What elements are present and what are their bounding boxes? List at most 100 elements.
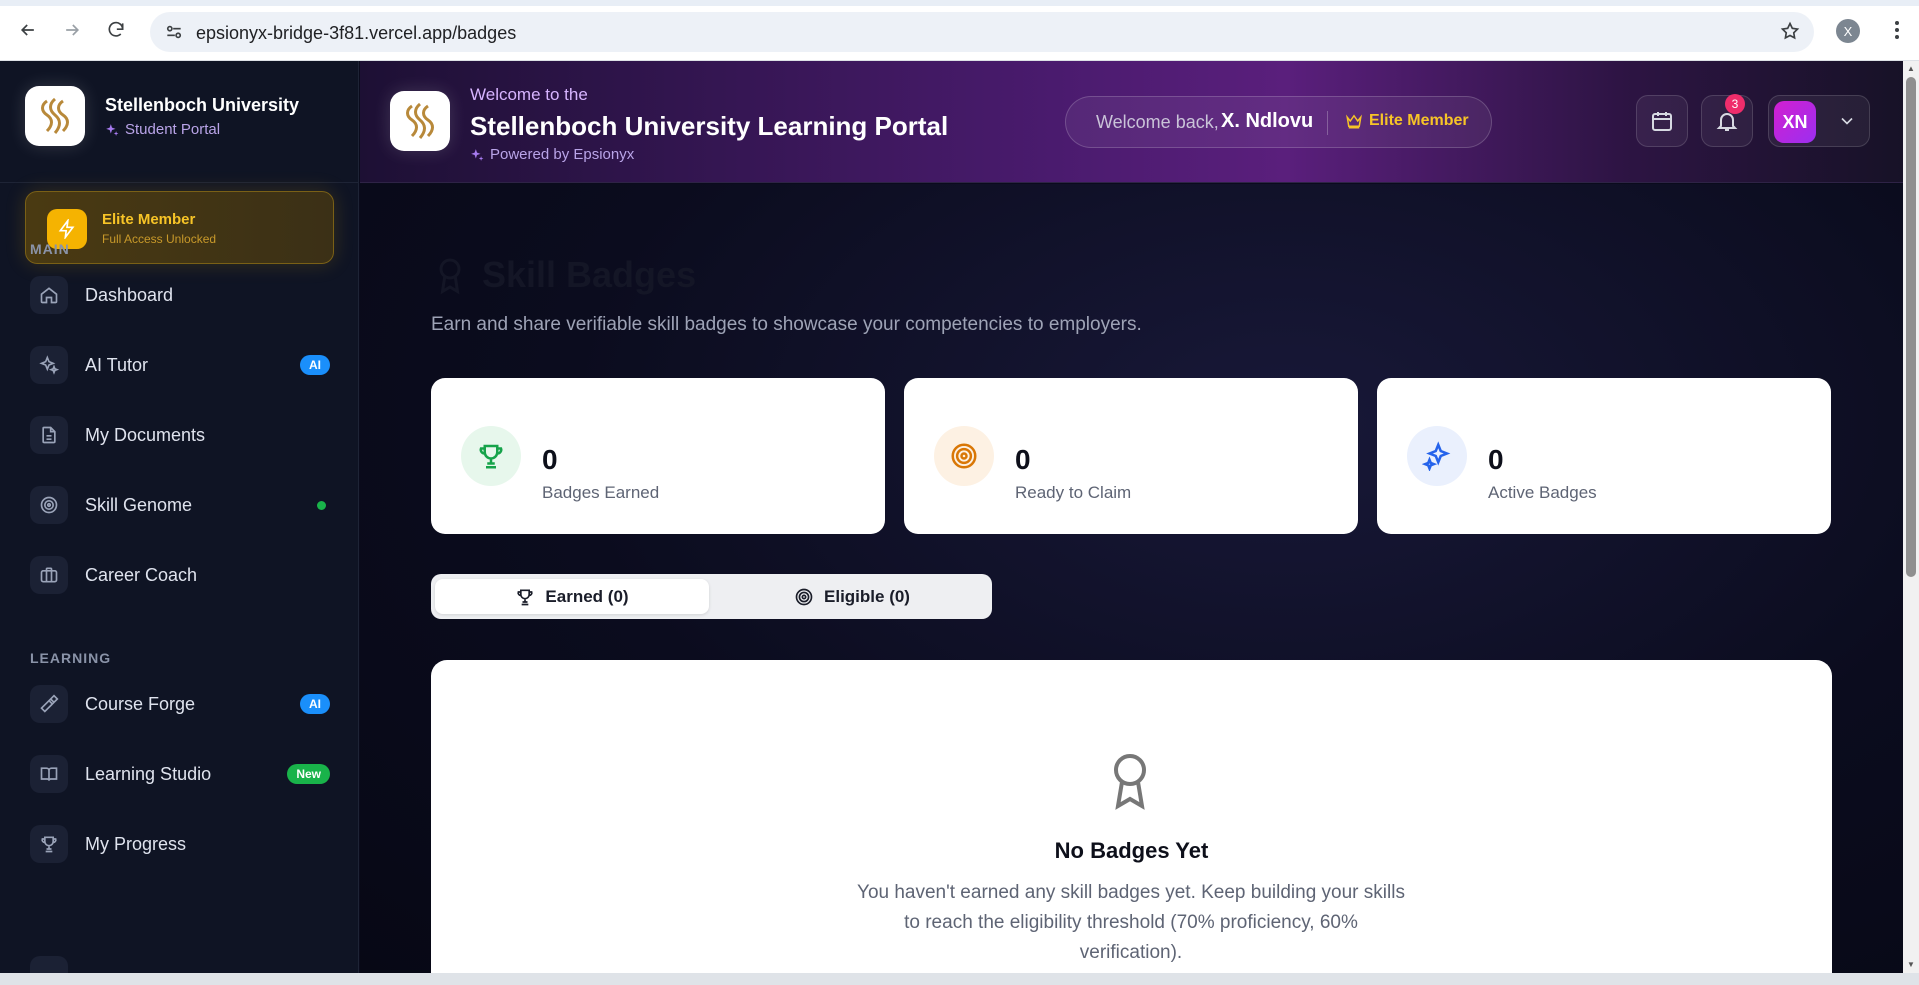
calendar-button[interactable] xyxy=(1636,95,1688,147)
page-subtitle: Earn and share verifiable skill badges t… xyxy=(431,314,1142,335)
sidebar-brand-subtitle-text: Student Portal xyxy=(125,121,221,138)
address-bar[interactable]: epsionyx-bridge-3f81.vercel.app/badges xyxy=(150,12,1814,52)
tab-earned[interactable]: Earned (0) xyxy=(435,579,709,614)
book-open-icon xyxy=(30,755,68,793)
status-dot xyxy=(317,501,326,510)
page-scrollbar[interactable]: ▲ ▼ xyxy=(1903,61,1919,973)
elite-member-title: Elite Member xyxy=(102,211,196,228)
sidebar-item-ai-tutor[interactable]: AI Tutor AI xyxy=(30,343,330,387)
tab-eligible[interactable]: Eligible (0) xyxy=(716,579,988,614)
page-title: Skill Badges xyxy=(432,254,696,296)
site-settings-icon[interactable] xyxy=(164,22,184,47)
section-label-main: MAIN xyxy=(30,241,70,257)
new-badge: New xyxy=(287,764,330,784)
stat-label: Active Badges xyxy=(1488,483,1597,502)
arrow-right-icon xyxy=(66,24,80,36)
sidebar-item-skill-genome[interactable]: Skill Genome xyxy=(30,483,330,527)
sidebar-item-course-forge[interactable]: Course Forge AI xyxy=(30,682,330,726)
briefcase-icon xyxy=(30,556,68,594)
crown-icon xyxy=(1346,114,1362,129)
notification-count-badge: 3 xyxy=(1725,94,1745,114)
award-icon xyxy=(439,258,461,295)
stat-label: Badges Earned xyxy=(542,483,660,502)
sidebar-item-label: My Documents xyxy=(85,424,206,445)
elite-member-label: Elite Member xyxy=(1345,112,1469,130)
hammer-icon xyxy=(30,685,68,723)
trophy-icon xyxy=(517,589,534,605)
sidebar-item-dashboard[interactable]: Dashboard xyxy=(30,273,330,317)
sidebar-item-my-progress[interactable]: My Progress xyxy=(30,822,330,866)
ai-badge: AI xyxy=(300,694,330,714)
elite-member-subtitle: Full Access Unlocked xyxy=(102,232,217,246)
sidebar-item-my-documents[interactable]: My Documents xyxy=(30,413,330,457)
scrollbar-thumb[interactable] xyxy=(1906,77,1916,577)
stat-card-active-badges: 0 Active Badges xyxy=(1377,378,1831,534)
trophy-icon xyxy=(461,426,521,486)
sidebar-item-label: AI Tutor xyxy=(85,354,149,375)
empty-state-title: No Badges Yet xyxy=(1054,838,1209,863)
scroll-up-arrow-icon[interactable]: ▲ xyxy=(1906,64,1916,74)
sidebar-item-label: Skill Genome xyxy=(85,494,193,515)
page-title-text: Skill Badges xyxy=(482,254,697,295)
reload-icon xyxy=(108,21,124,37)
back-button[interactable] xyxy=(14,16,42,44)
powered-by-text: Powered by Epsionyx xyxy=(490,146,635,163)
award-icon xyxy=(1106,750,1154,815)
divider xyxy=(1327,111,1328,135)
os-taskbar xyxy=(0,973,1919,985)
notifications-button[interactable]: 3 xyxy=(1701,94,1753,147)
sidebar-item-learning-studio[interactable]: Learning Studio New xyxy=(30,752,330,796)
sidebar-item-career-coach[interactable]: Career Coach xyxy=(30,553,330,597)
document-icon xyxy=(30,416,68,454)
sidebar-item-label: Learning Studio xyxy=(85,763,212,784)
sidebar-brand-subtitle: Student Portal xyxy=(105,121,220,138)
tab-label: Earned (0) xyxy=(545,586,629,606)
stat-label: Ready to Claim xyxy=(1015,483,1132,502)
sidebar: Stellenboch University Student Portal El… xyxy=(0,61,359,973)
sidebar-brand-title: Stellenboch University xyxy=(105,95,300,115)
target-icon xyxy=(30,486,68,524)
stat-card-badges-earned: 0 Badges Earned xyxy=(431,378,885,534)
reload-button[interactable] xyxy=(102,16,130,44)
sidebar-item-label: Dashboard xyxy=(85,284,174,305)
header-welcome-to: Welcome to the xyxy=(470,85,588,104)
scroll-down-arrow-icon[interactable]: ▼ xyxy=(1906,960,1916,970)
ai-badge: AI xyxy=(300,355,330,375)
home-icon xyxy=(30,276,68,314)
university-crest-icon xyxy=(41,97,69,134)
browser-profile-button[interactable]: X xyxy=(1836,19,1860,43)
user-name: X. Ndlovu xyxy=(1221,110,1314,132)
university-crest-icon xyxy=(406,102,434,139)
calendar-icon xyxy=(1652,112,1672,131)
empty-state-card: No Badges Yet You haven't earned any ski… xyxy=(431,660,1832,973)
arrow-left-icon xyxy=(20,24,34,36)
avatar: XN xyxy=(1774,101,1816,143)
header-logo xyxy=(390,91,450,151)
empty-state-text: You haven't earned any skill badges yet.… xyxy=(857,882,1405,963)
powered-by: Powered by Epsionyx xyxy=(470,146,634,163)
section-label-learning: LEARNING xyxy=(30,650,112,666)
badge-tabs: Earned (0) Eligible (0) xyxy=(431,574,992,619)
welcome-back-pill: Welcome back, X. Ndlovu Elite Member xyxy=(1065,96,1492,148)
sidebar-item-partial[interactable] xyxy=(30,953,330,973)
forward-button[interactable] xyxy=(58,16,86,44)
stat-card-ready-to-claim: 0 Ready to Claim xyxy=(904,378,1358,534)
main-content: Skill Badges Earn and share verifiable s… xyxy=(360,184,1903,973)
sidebar-item-label: My Progress xyxy=(85,833,187,854)
target-icon xyxy=(934,426,994,486)
browser-menu-icon[interactable] xyxy=(1885,18,1909,47)
bookmark-star-icon[interactable] xyxy=(1780,21,1800,46)
sparkles-icon xyxy=(106,123,119,136)
target-icon xyxy=(795,588,813,605)
stat-value: 0 xyxy=(1015,444,1031,475)
url-text[interactable]: epsionyx-bridge-3f81.vercel.app/badges xyxy=(196,23,516,44)
user-menu-button[interactable]: XN xyxy=(1768,95,1870,147)
sidebar-brand: Stellenboch University Student Portal xyxy=(0,61,358,183)
elite-member-card[interactable]: Elite Member Full Access Unlocked xyxy=(25,191,334,264)
nav-icon xyxy=(30,956,68,973)
sidebar-item-label: Career Coach xyxy=(85,564,198,585)
welcome-back-label: Welcome back, xyxy=(1096,112,1219,132)
tab-label: Eligible (0) xyxy=(824,586,910,606)
sparkles-icon xyxy=(471,148,484,161)
university-logo xyxy=(25,86,85,146)
